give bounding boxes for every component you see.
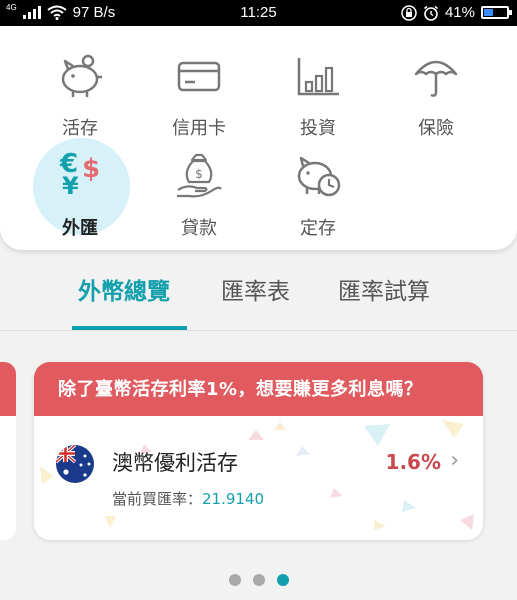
battery-percent: 41% [444, 4, 475, 21]
promo-header: 除了臺幣活存利率1%，想要賺更多利息嗎？ [34, 362, 483, 416]
menu-item-demand-deposit[interactable]: 活存 [25, 38, 135, 139]
battery-fill [484, 9, 493, 16]
tab-rate-table[interactable]: 匯率表 [221, 272, 290, 306]
status-bar: 4G 97 B/s 11:25 41% [0, 0, 517, 26]
carousel-pager [0, 571, 517, 590]
buy-rate-label: 當前買匯率： [112, 490, 203, 508]
alarm-icon [424, 5, 438, 21]
money-bag-hand-icon: $ [177, 153, 222, 198]
credit-card-icon [177, 61, 221, 92]
menu-label: 信用卡 [172, 118, 226, 139]
buy-rate-value: 21.9140 [202, 490, 265, 508]
menu-label: 外匯 [62, 218, 98, 239]
pager-dot[interactable] [252, 574, 265, 586]
battery-icon [481, 6, 512, 19]
interest-rate: 1.6% [385, 450, 441, 474]
piggy-clock-icon [297, 156, 341, 197]
svg-text:$: $ [195, 167, 203, 181]
umbrella-icon [414, 60, 458, 97]
menu-item-loan[interactable]: $ 貸款 [144, 138, 254, 239]
confetti-decoration [40, 420, 474, 530]
menu-label: 活存 [62, 118, 98, 139]
pager-dot[interactable] [228, 574, 241, 586]
pager-dot-active[interactable] [276, 574, 289, 586]
menu-item-investment[interactable]: 投資 [263, 38, 373, 139]
product-name: 澳幣優利活存 [112, 451, 238, 475]
bar-chart-icon [297, 58, 339, 96]
tab-bar: 外幣總覽 匯率表 匯率試算 [0, 250, 517, 330]
menu-label: 投資 [300, 118, 336, 139]
rotation-lock-icon [401, 4, 417, 21]
buy-rate-line: 當前買匯率：21.9140 [112, 488, 264, 509]
menu-item-insurance[interactable]: 保險 [381, 38, 491, 139]
divider [0, 330, 517, 331]
promo-card[interactable]: 除了臺幣活存利率1%，想要賺更多利息嗎？ 澳幣優利活存 1.6% › 當前買匯率… [34, 362, 483, 540]
tab-overview[interactable]: 外幣總覽 [78, 272, 170, 306]
piggy-bank-icon [61, 54, 102, 97]
chevron-right-icon: › [450, 448, 459, 473]
currency-exchange-icon: € $ ¥ [60, 149, 101, 200]
previous-card-peek[interactable] [0, 362, 16, 540]
menu-item-time-deposit[interactable]: 定存 [263, 138, 373, 239]
tab-rate-calculator[interactable]: 匯率試算 [338, 272, 430, 306]
menu-item-foreign-exchange[interactable]: € $ ¥ 外匯 [25, 138, 135, 239]
menu-label: 保險 [418, 118, 454, 139]
status-right: 41% [401, 4, 512, 21]
menu-label: 定存 [300, 218, 336, 239]
service-menu: 活存 信用卡 投資 保險 € $ ¥ 外匯 $ 貸款 定存 [0, 26, 517, 250]
menu-label: 貸款 [181, 218, 217, 239]
australia-flag-icon [56, 445, 94, 483]
menu-item-credit-card[interactable]: 信用卡 [144, 38, 254, 139]
